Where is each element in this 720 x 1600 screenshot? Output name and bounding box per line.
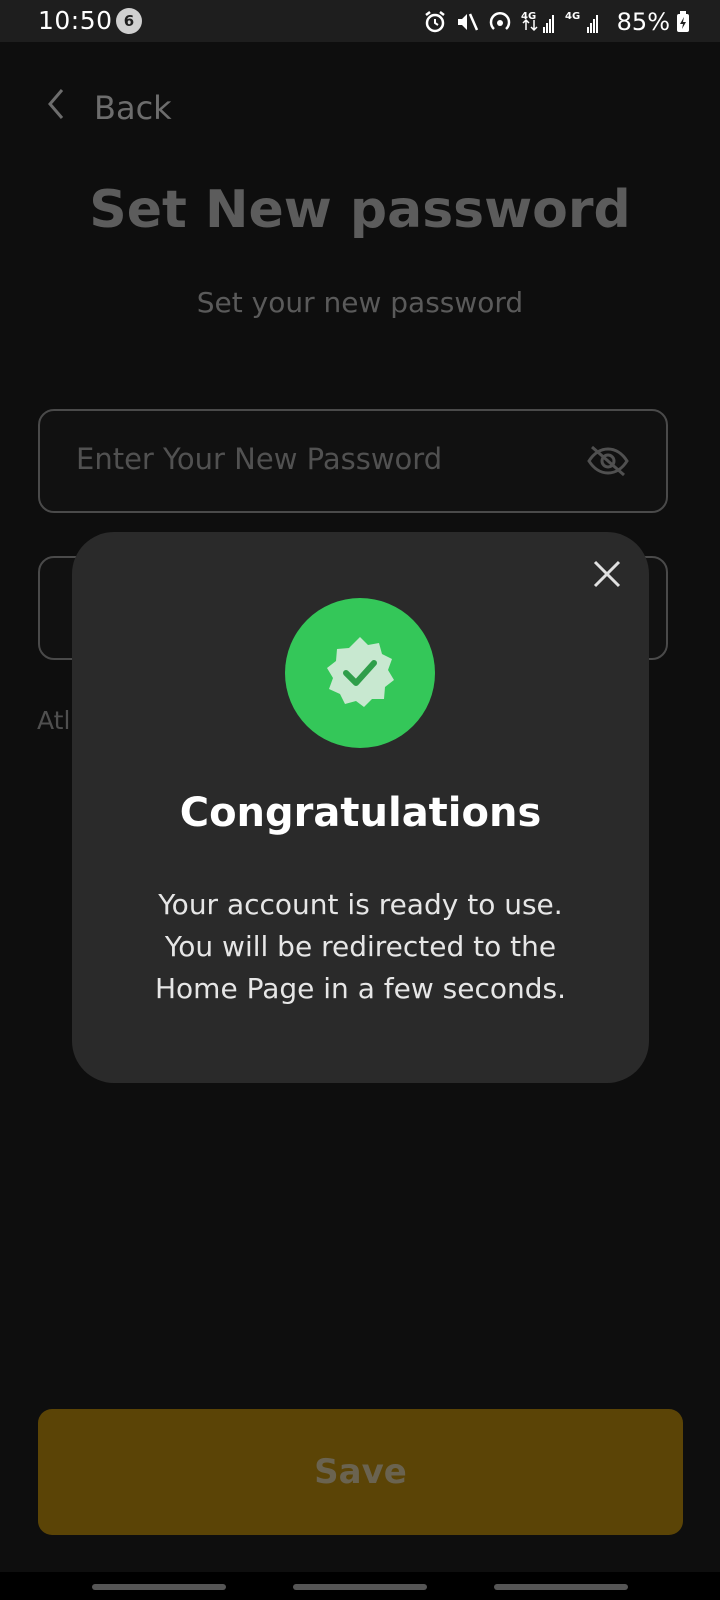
svg-text:4G: 4G <box>565 11 580 22</box>
modal-title: Congratulations <box>179 790 542 836</box>
nav-back-button[interactable] <box>494 1584 628 1590</box>
page-title: Set New password <box>89 180 631 240</box>
modal-message-line: Home Page in a few seconds. <box>155 972 566 1005</box>
status-time: 10:50 <box>38 6 113 35</box>
close-icon <box>587 560 627 598</box>
hotspot-icon <box>487 9 513 35</box>
set-new-password-screen: 10:50 6 4G 4G 85% Back Set New password … <box>0 0 720 1600</box>
notification-count-badge: 6 <box>116 8 142 34</box>
signal-4g-icon: 4G <box>565 9 605 35</box>
new-password-placeholder: Enter Your New Password <box>76 442 443 476</box>
network-4g-icon: 4G <box>521 9 557 35</box>
new-password-field[interactable]: Enter Your New Password <box>38 409 668 513</box>
alarm-icon <box>423 10 447 34</box>
status-icons: 4G 4G 85% <box>423 7 670 37</box>
status-bar: 10:50 6 4G 4G 85% <box>0 0 720 42</box>
battery-charging-icon <box>676 11 690 37</box>
eye-off-icon[interactable] <box>586 443 630 483</box>
modal-message-line: You will be redirected to the <box>164 930 557 963</box>
nav-recents-button[interactable] <box>92 1584 226 1590</box>
modal-message-line: Your account is ready to use. <box>158 888 563 921</box>
battery-percent: 85% <box>616 8 670 36</box>
success-modal: Congratulations Your account is ready to… <box>72 532 649 1083</box>
system-nav-bar <box>0 1572 720 1600</box>
success-badge <box>285 598 435 748</box>
back-label: Back <box>94 89 172 127</box>
close-button[interactable] <box>587 554 627 594</box>
password-hint-text: Atl <box>37 706 71 735</box>
chevron-left-icon <box>44 86 68 130</box>
page-subtitle: Set your new password <box>196 286 524 319</box>
save-button[interactable]: Save <box>38 1409 683 1535</box>
modal-message: Your account is ready to use. You will b… <box>102 884 619 1010</box>
vibrate-mute-icon <box>455 10 479 34</box>
back-button[interactable]: Back <box>44 84 172 132</box>
nav-home-button[interactable] <box>293 1584 427 1590</box>
